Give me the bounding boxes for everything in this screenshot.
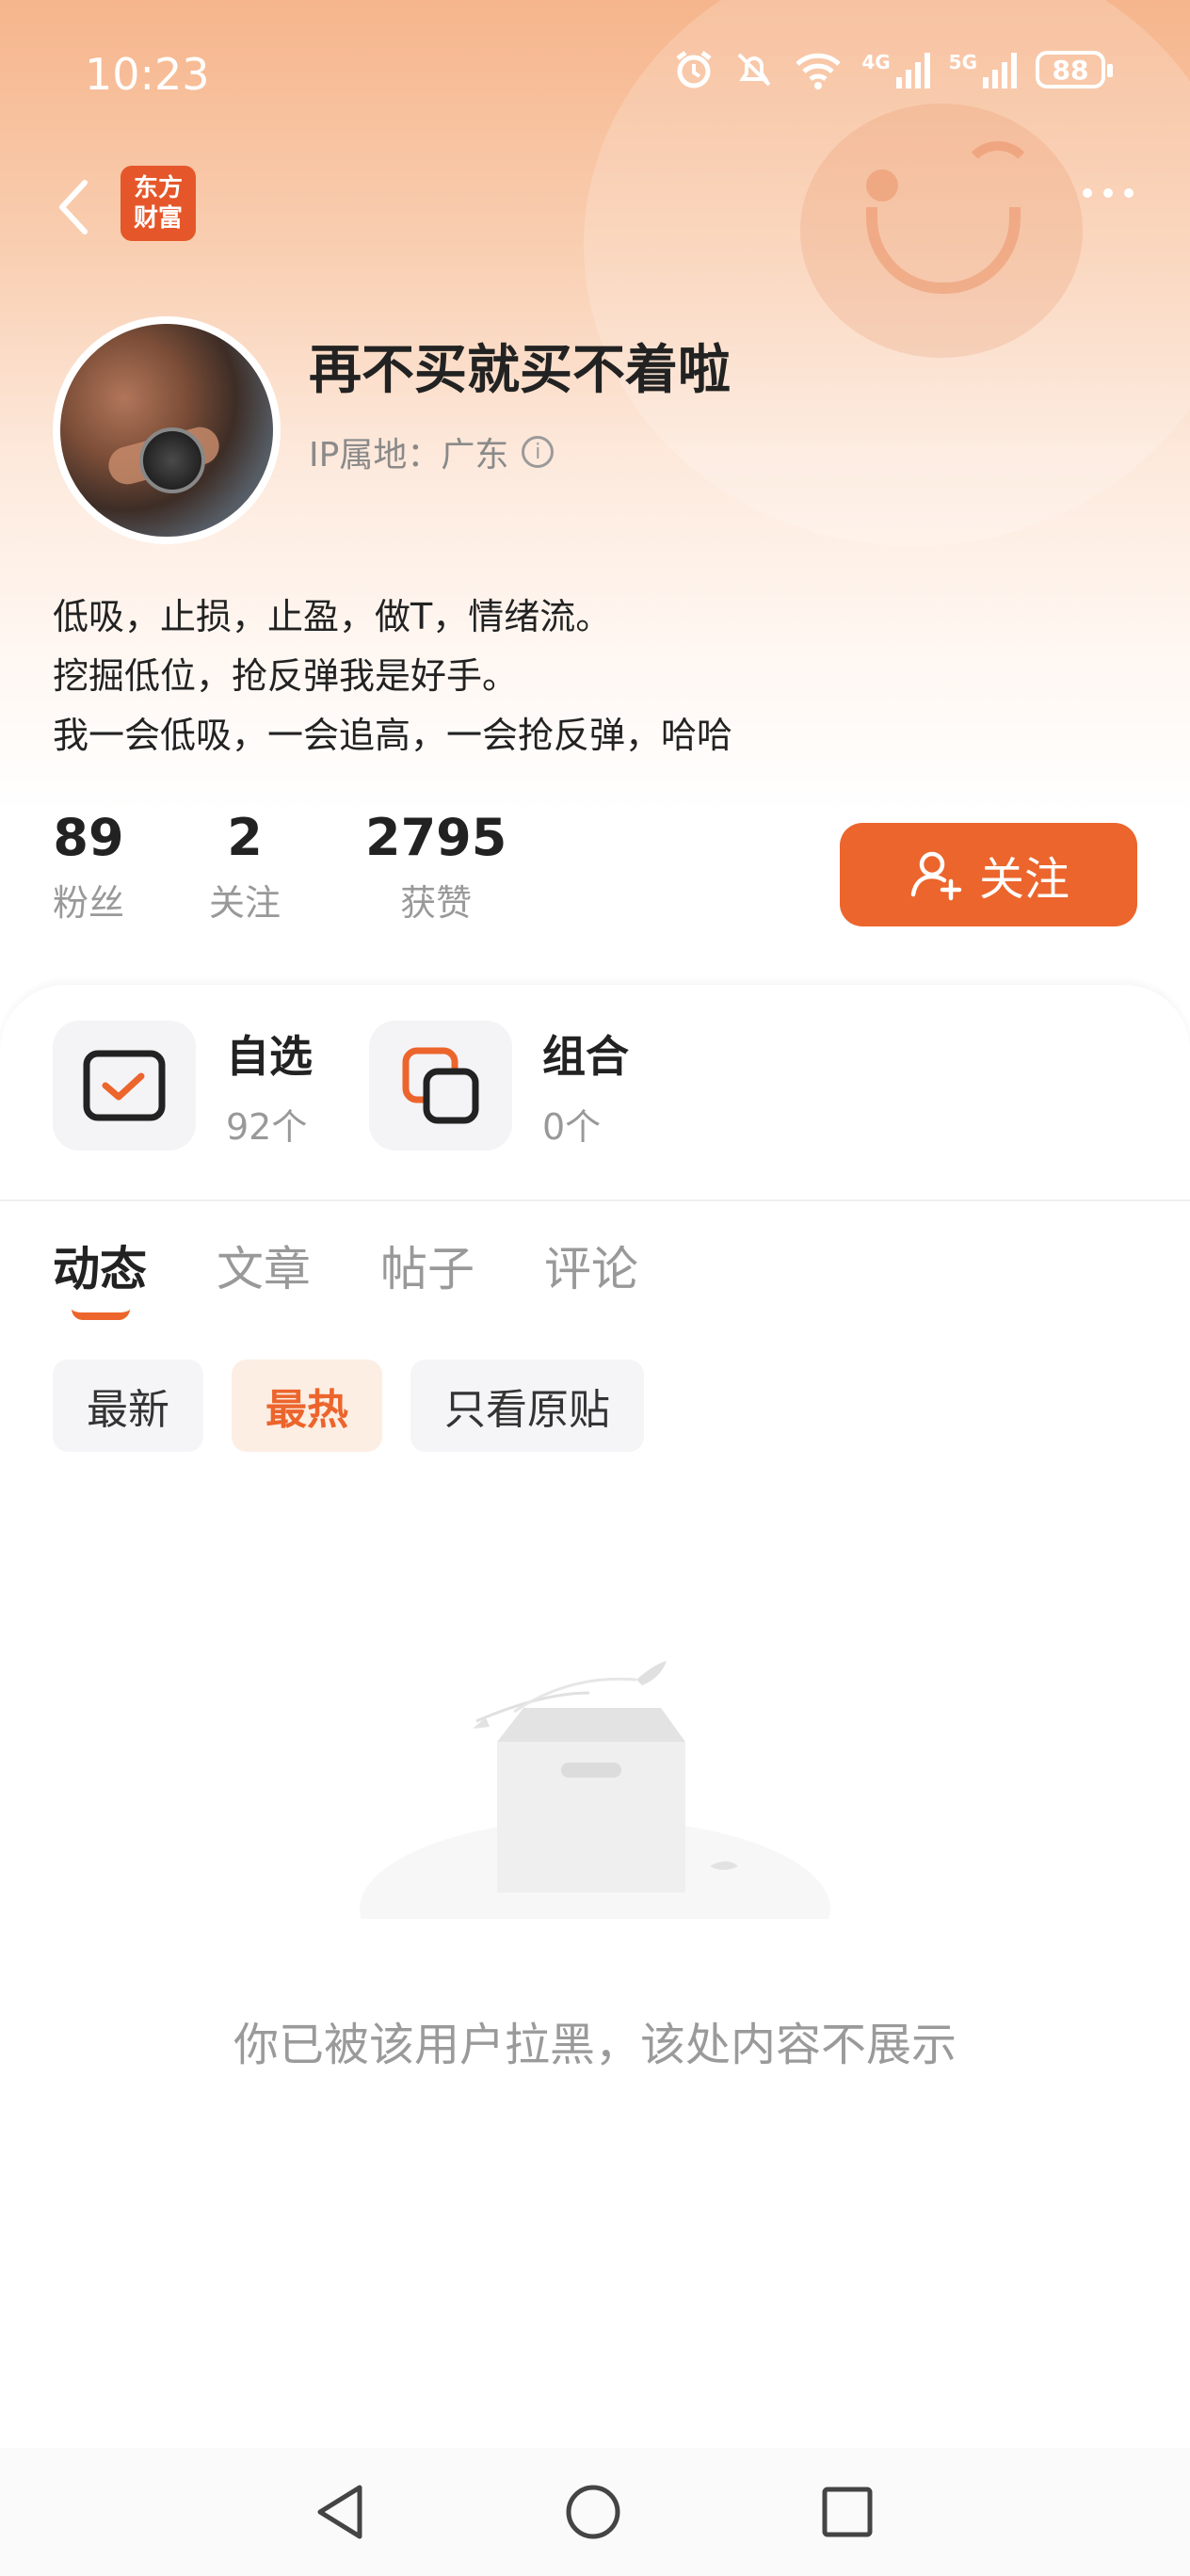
nav-back-icon[interactable] bbox=[313, 2482, 369, 2542]
shortcut-title: 组合 bbox=[542, 1030, 629, 1082]
avatar[interactable] bbox=[53, 316, 281, 544]
info-icon[interactable]: i bbox=[522, 436, 555, 468]
shortcut-watchlist[interactable]: 自选 92个 bbox=[53, 1021, 313, 1151]
add-user-icon bbox=[910, 851, 962, 901]
status-icons: 4G 5G 88 bbox=[673, 49, 1113, 90]
tab-posts[interactable]: 帖子 bbox=[380, 1232, 474, 1299]
shortcut-count: 0个 bbox=[542, 1105, 602, 1148]
shortcut-portfolio[interactable]: 组合 0个 bbox=[369, 1021, 629, 1151]
bio: 低吸，止损，止盈，做T，情绪流。 挖掘低位，抢反弹我是好手。 我一会低吸，一会追… bbox=[53, 588, 732, 765]
more-dots-icon bbox=[1083, 188, 1092, 198]
bio-line: 我一会低吸，一会追高，一会抢反弹，哈哈 bbox=[53, 715, 733, 756]
filter-original-only[interactable]: 只看原贴 bbox=[410, 1360, 644, 1452]
top-nav: 东方 财富 bbox=[0, 160, 1190, 254]
wifi-icon bbox=[796, 53, 842, 89]
shortcut-count: 92个 bbox=[226, 1105, 308, 1148]
bio-line: 低吸，止损，止盈，做T，情绪流。 bbox=[53, 596, 612, 637]
back-arrow-icon bbox=[59, 180, 88, 234]
filter-chips: 最新 最热 只看原贴 bbox=[53, 1360, 644, 1452]
blocked-message: 你已被该用户拉黑，该处内容不展示 bbox=[233, 2019, 957, 2071]
mute-bell-icon bbox=[737, 53, 771, 87]
checkbox-icon bbox=[53, 1021, 196, 1151]
tab-dynamics[interactable]: 动态 bbox=[53, 1232, 147, 1320]
divider bbox=[0, 1199, 1190, 1201]
portfolio-icon bbox=[369, 1021, 512, 1151]
username: 再不买就买不着啦 bbox=[309, 340, 731, 401]
ip-location: IP属地：广东 i bbox=[309, 427, 555, 476]
signal-5g-icon: 5G bbox=[949, 51, 1017, 89]
follow-button[interactable]: 关注 bbox=[840, 823, 1137, 926]
empty-box-illustration bbox=[360, 1661, 830, 1919]
system-navigation-bar bbox=[0, 2448, 1190, 2576]
stat-fans[interactable]: 89 粉丝 bbox=[53, 808, 124, 926]
stat-following[interactable]: 2 关注 bbox=[209, 808, 281, 926]
filter-latest[interactable]: 最新 bbox=[53, 1360, 203, 1452]
status-bar: 10:23 4G 5G 88 bbox=[0, 0, 1190, 151]
more-options-button[interactable] bbox=[1083, 188, 1134, 198]
app-logo[interactable]: 东方 财富 bbox=[121, 166, 196, 241]
nav-recents-icon[interactable] bbox=[819, 2482, 876, 2542]
nav-home-icon[interactable] bbox=[563, 2482, 623, 2542]
signal-4g-icon: 4G bbox=[861, 51, 930, 89]
bio-line: 挖掘低位，抢反弹我是好手。 bbox=[53, 655, 519, 697]
status-time: 10:23 bbox=[85, 49, 210, 100]
stat-likes[interactable]: 2795 获赞 bbox=[365, 808, 507, 926]
tab-comments[interactable]: 评论 bbox=[544, 1232, 638, 1299]
tab-articles[interactable]: 文章 bbox=[217, 1232, 311, 1299]
alarm-icon bbox=[676, 51, 712, 89]
back-button[interactable] bbox=[47, 169, 104, 245]
filter-hottest[interactable]: 最热 bbox=[232, 1360, 382, 1452]
battery-icon: 88 bbox=[1036, 51, 1113, 89]
ip-label: IP属地：广东 bbox=[309, 436, 509, 475]
stats-row: 89 粉丝 2 关注 2795 获赞 bbox=[53, 808, 591, 926]
shortcut-title: 自选 bbox=[226, 1030, 313, 1082]
content-tabs: 动态 文章 帖子 评论 bbox=[53, 1232, 638, 1320]
